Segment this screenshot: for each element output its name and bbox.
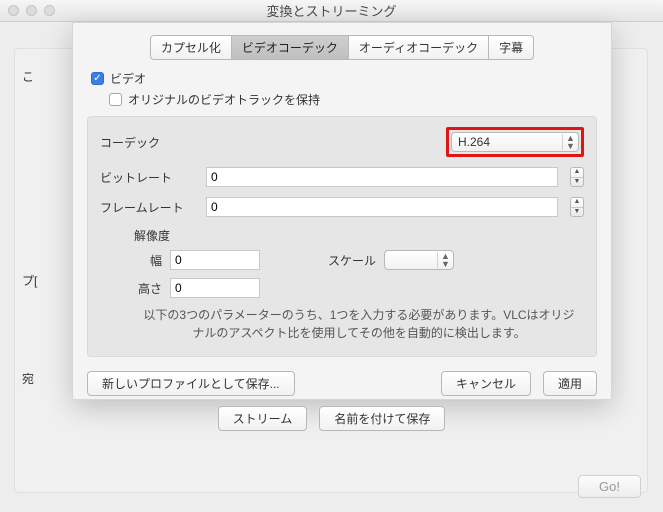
bitrate-stepper[interactable]: ▲▼ [570, 167, 584, 187]
save-profile-button[interactable]: 新しいプロファイルとして保存... [87, 371, 295, 396]
tab-video-codec[interactable]: ビデオコーデック [231, 35, 349, 60]
tab-audio-codec[interactable]: オーディオコーデック [348, 35, 489, 60]
framerate-stepper[interactable]: ▲▼ [570, 197, 584, 217]
keep-track-checkbox[interactable] [109, 93, 122, 106]
codec-label: コーデック [100, 134, 196, 151]
height-input[interactable] [170, 278, 260, 298]
updown-icon: ▲▼ [437, 252, 453, 268]
framerate-input[interactable] [206, 197, 558, 217]
scale-select[interactable]: ▲▼ [384, 250, 454, 270]
window-title: 変換とストリーミング [0, 1, 663, 20]
bitrate-label: ビットレート [100, 169, 196, 186]
resolution-note: 以下の3つのパラメーターのうち、1つを入力する必要があります。VLCはオリジナル… [134, 306, 584, 346]
codec-select[interactable]: H.264 ▲▼ [451, 132, 579, 152]
framerate-label: フレームレート [100, 199, 196, 216]
tab-subtitles[interactable]: 字幕 [488, 35, 534, 60]
below-buttons: ストリーム 名前を付けて保存 [0, 406, 663, 431]
scale-label: スケール [328, 252, 376, 269]
width-label: 幅 [134, 252, 162, 269]
video-settings-panel: コーデック H.264 ▲▼ ビットレート ▲▼ フレームレート ▲▼ 解像度 … [87, 116, 597, 357]
save-as-button[interactable]: 名前を付けて保存 [319, 406, 445, 431]
bg-label-1: こ [22, 68, 34, 85]
resolution-group: 解像度 幅 スケール ▲▼ 高さ 以下の3つのパラメーターのうち、1つを入力する… [134, 227, 584, 346]
settings-sheet: カプセル化 ビデオコーデック オーディオコーデック 字幕 ✓ ビデオ オリジナル… [72, 22, 612, 400]
tab-bar: カプセル化 ビデオコーデック オーディオコーデック 字幕 [87, 35, 597, 60]
bg-label-3: 宛 [22, 370, 34, 387]
height-label: 高さ [134, 280, 162, 297]
titlebar: 変換とストリーミング [0, 0, 663, 22]
video-check-label: ビデオ [110, 70, 146, 87]
apply-button[interactable]: 適用 [543, 371, 597, 396]
cancel-button[interactable]: キャンセル [441, 371, 531, 396]
bitrate-input[interactable] [206, 167, 558, 187]
sheet-button-row: 新しいプロファイルとして保存... キャンセル 適用 [87, 371, 597, 396]
resolution-label: 解像度 [134, 227, 584, 244]
video-checkbox-row[interactable]: ✓ ビデオ [91, 70, 597, 87]
keep-track-row[interactable]: オリジナルのビデオトラックを保持 [109, 91, 597, 108]
codec-value: H.264 [452, 135, 562, 149]
go-button[interactable]: Go! [578, 475, 641, 498]
codec-highlight: H.264 ▲▼ [446, 127, 584, 157]
stream-button[interactable]: ストリーム [218, 406, 308, 431]
bg-label-2: プ[ [22, 272, 37, 289]
keep-track-label: オリジナルのビデオトラックを保持 [128, 91, 320, 108]
tab-encapsulation[interactable]: カプセル化 [150, 35, 232, 60]
updown-icon: ▲▼ [562, 134, 578, 150]
video-checkbox[interactable]: ✓ [91, 72, 104, 85]
width-input[interactable] [170, 250, 260, 270]
